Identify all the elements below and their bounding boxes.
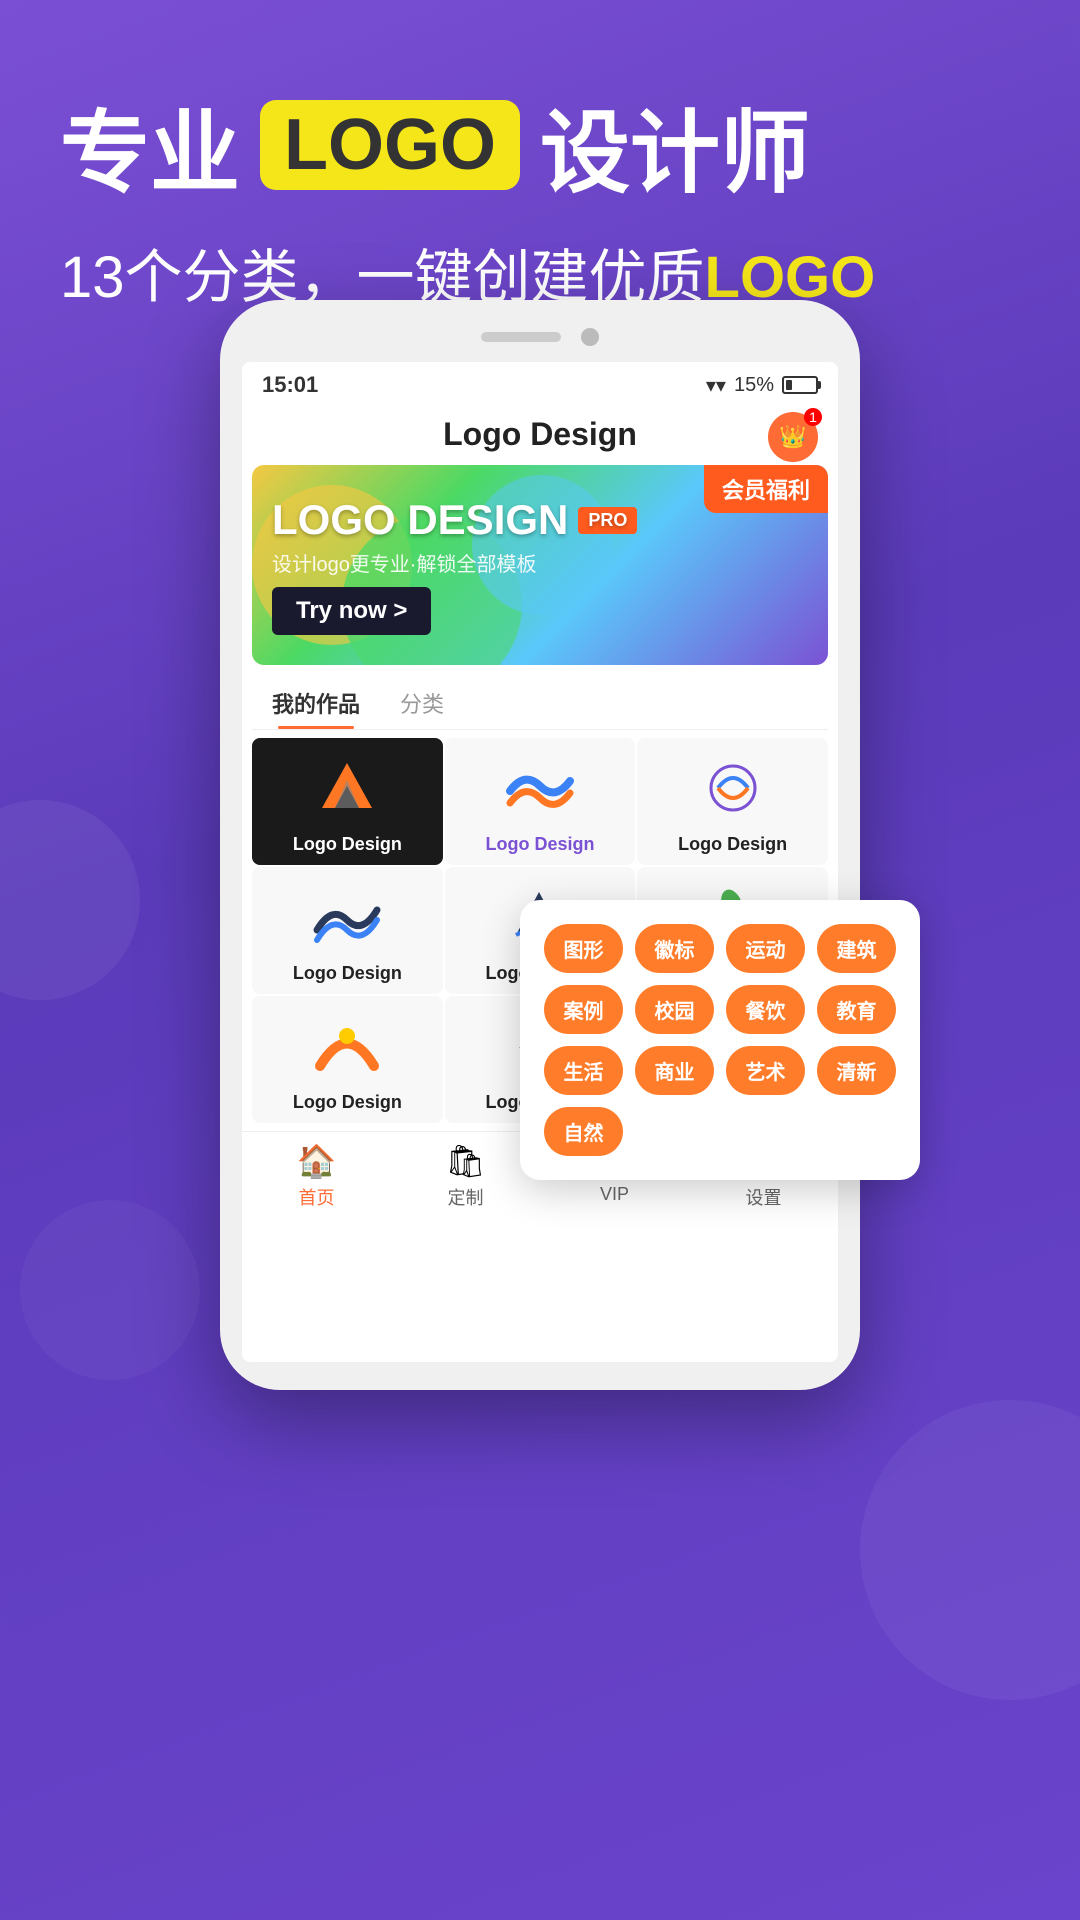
phone-mockup: 15:01 ▾▾ 15% Logo Design 👑 1 [220, 300, 860, 1390]
a-logo-svg [317, 758, 377, 818]
logo-item-2[interactable]: Logo Design [445, 738, 636, 865]
wifi-icon: ▾▾ [706, 373, 726, 398]
cat-business[interactable]: 商业 [635, 1046, 714, 1095]
tab-row: 我的作品 分类 [252, 677, 828, 730]
banner-content: LOGO DESIGN PRO 设计logo更专业·解锁全部模板 Try now… [272, 496, 637, 635]
logo-img-4 [262, 877, 433, 957]
battery-percent: 15% [734, 374, 774, 397]
cat-education[interactable]: 教育 [817, 985, 896, 1034]
title-prefix: 专业 [60, 80, 240, 210]
tab-my-works[interactable]: 我的作品 [252, 677, 380, 729]
logo-label-2: Logo Design [485, 834, 594, 855]
app-topbar: Logo Design 👑 1 [242, 408, 838, 465]
nav-settings-label: 设置 [746, 1184, 782, 1210]
cat-case[interactable]: 案例 [544, 985, 623, 1034]
camera [581, 328, 599, 346]
cat-graphic[interactable]: 图形 [544, 924, 623, 973]
status-bar: 15:01 ▾▾ 15% [242, 362, 838, 408]
bg-decoration-1 [0, 800, 140, 1000]
wave2-logo-svg [312, 890, 382, 945]
abstract-logo-svg [703, 758, 763, 818]
logo-img-1 [262, 748, 433, 828]
phone-top-bar [242, 328, 838, 346]
speaker [481, 332, 561, 342]
nav-custom[interactable]: 🛍 定制 [391, 1142, 540, 1210]
bg-decoration-2 [860, 1400, 1080, 1700]
cat-nature[interactable]: 自然 [544, 1107, 623, 1156]
battery-bar [782, 376, 818, 394]
logo-badge: LOGO [260, 100, 520, 190]
status-time: 15:01 [262, 372, 318, 398]
home-icon: 🏠 [297, 1142, 337, 1180]
notification-badge: 1 [804, 408, 822, 426]
logo-label-7: Logo Design [293, 1092, 402, 1113]
promo-banner[interactable]: 会员福利 LOGO DESIGN PRO 设计logo更专业·解锁全部模板 Tr… [252, 465, 828, 665]
main-title: 专业 LOGO 设计师 [60, 80, 1020, 210]
cat-badge[interactable]: 徽标 [635, 924, 714, 973]
logo-label-4: Logo Design [293, 963, 402, 984]
logo-img-2 [455, 748, 626, 828]
try-now-button[interactable]: Try now > [272, 587, 431, 635]
cat-art[interactable]: 艺术 [726, 1046, 805, 1095]
logo-label-3: Logo Design [678, 834, 787, 855]
wave-logo-svg [505, 761, 575, 816]
bag-icon: 🛍 [445, 1142, 486, 1180]
phone-screen: 15:01 ▾▾ 15% Logo Design 👑 1 [242, 362, 838, 1362]
arc-logo-svg [312, 1016, 382, 1076]
nav-home[interactable]: 🏠 首页 [242, 1142, 391, 1210]
logo-label-1: Logo Design [293, 834, 402, 855]
cat-life[interactable]: 生活 [544, 1046, 623, 1095]
category-popup: 图形 徽标 运动 建筑 案例 校园 餐饮 教育 生活 商业 艺术 清新 自然 [520, 900, 920, 1180]
cat-sport[interactable]: 运动 [726, 924, 805, 973]
logo-item-4[interactable]: Logo Design [252, 867, 443, 994]
nav-home-label: 首页 [299, 1184, 335, 1210]
banner-title: LOGO DESIGN PRO [272, 496, 637, 544]
app-title: Logo Design [443, 416, 637, 453]
cat-food[interactable]: 餐饮 [726, 985, 805, 1034]
logo-img-3 [647, 748, 818, 828]
phone-outer: 15:01 ▾▾ 15% Logo Design 👑 1 [220, 300, 860, 1390]
category-grid: 图形 徽标 运动 建筑 案例 校园 餐饮 教育 生活 商业 艺术 清新 自然 [544, 924, 896, 1156]
logo-item-1[interactable]: Logo Design [252, 738, 443, 865]
status-right: ▾▾ 15% [706, 373, 818, 398]
tab-category[interactable]: 分类 [380, 677, 464, 729]
title-suffix: 设计师 [540, 80, 810, 210]
logo-item-3[interactable]: Logo Design [637, 738, 828, 865]
banner-main-text: LOGO DESIGN [272, 496, 568, 544]
cat-architecture[interactable]: 建筑 [817, 924, 896, 973]
cat-fresh[interactable]: 清新 [817, 1046, 896, 1095]
battery-fill [786, 380, 792, 390]
logo-item-7[interactable]: Logo Design [252, 996, 443, 1123]
bg-decoration-3 [20, 1200, 200, 1380]
nav-vip-label: VIP [600, 1184, 629, 1205]
logo-img-7 [262, 1006, 433, 1086]
banner-subtitle: 设计logo更专业·解锁全部模板 [272, 548, 637, 577]
cat-campus[interactable]: 校园 [635, 985, 714, 1034]
pro-tag: PRO [578, 507, 637, 534]
crown-badge[interactable]: 👑 1 [768, 412, 818, 462]
crown-icon: 👑 [779, 424, 806, 450]
nav-custom-label: 定制 [448, 1184, 484, 1210]
